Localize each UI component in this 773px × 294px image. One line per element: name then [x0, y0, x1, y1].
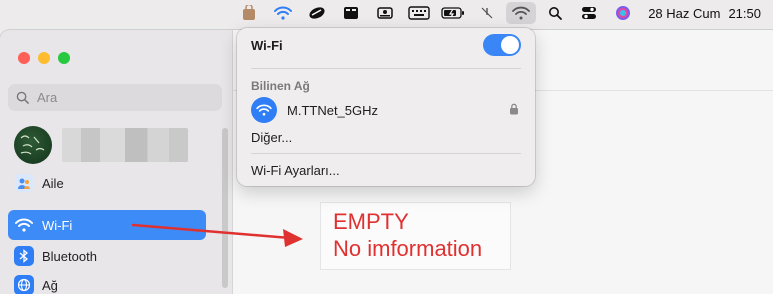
- toggle-knob: [501, 36, 519, 54]
- disk-icon[interactable]: [370, 2, 400, 24]
- wifi-icon: [251, 97, 277, 123]
- network-item[interactable]: M.TTNet_5GHz: [251, 97, 521, 123]
- bluetooth-icon: [14, 246, 34, 266]
- sidebar-item-label: Wi-Fi: [42, 217, 73, 233]
- search-field[interactable]: [8, 84, 222, 111]
- sidebar-scrollbar[interactable]: [222, 128, 228, 288]
- sidebar: Aile Wi-Fi Bluetooth Ağ: [0, 30, 233, 294]
- other-networks-item[interactable]: Diğer...: [251, 130, 292, 145]
- annotation-line-2: No imformation: [333, 236, 483, 261]
- search-input[interactable]: [35, 89, 209, 106]
- sidebar-item-label: Bluetooth: [42, 248, 97, 264]
- network-name: M.TTNet_5GHz: [287, 102, 379, 118]
- mic-off-icon[interactable]: [472, 2, 502, 24]
- pen-icon[interactable]: [302, 2, 332, 24]
- sidebar-item-wifi[interactable]: Wi-Fi: [8, 210, 206, 240]
- divider: [251, 153, 521, 154]
- wifi-status-icon[interactable]: [268, 2, 298, 24]
- minimize-button[interactable]: [38, 52, 50, 64]
- menu-bar: 28 Haz Cum 21:50: [0, 0, 773, 26]
- annotation-line-1: EMPTY: [333, 209, 409, 234]
- sidebar-item-label: Aile: [42, 175, 64, 191]
- avatar: [14, 126, 52, 164]
- siri-icon[interactable]: [608, 2, 638, 24]
- sidebar-item-family[interactable]: Aile: [8, 168, 206, 198]
- globe-icon: [14, 275, 34, 294]
- sidebar-item-bluetooth[interactable]: Bluetooth: [8, 241, 206, 271]
- dashboard-icon[interactable]: [336, 2, 366, 24]
- close-button[interactable]: [18, 52, 30, 64]
- lock-icon: [509, 103, 519, 118]
- window-controls: [18, 52, 70, 64]
- wifi-toggle[interactable]: [483, 34, 521, 56]
- known-networks-label: Bilinen Ağ: [251, 79, 310, 93]
- search-icon: [16, 91, 29, 104]
- wifi-settings-item[interactable]: Wi-Fi Ayarları...: [251, 163, 340, 178]
- finder-bag-icon[interactable]: [234, 2, 264, 24]
- battery-icon[interactable]: [438, 2, 468, 24]
- wifi-icon[interactable]: [506, 2, 537, 24]
- sidebar-item-network[interactable]: Ağ: [8, 270, 206, 294]
- menubar-time[interactable]: 21:50: [728, 6, 761, 21]
- keyboard-icon[interactable]: [404, 2, 434, 24]
- control-center-icon[interactable]: [574, 2, 604, 24]
- family-icon: [14, 173, 34, 193]
- wifi-icon: [14, 215, 34, 235]
- sidebar-item-label: Ağ: [42, 277, 58, 293]
- wifi-menu: Wi-Fi Bilinen Ağ M.TTNet_5GHz Diğer... W…: [237, 28, 535, 186]
- user-profile[interactable]: [14, 126, 188, 164]
- menubar-date[interactable]: 28 Haz Cum: [648, 6, 720, 21]
- divider: [251, 68, 521, 69]
- user-name-redacted: [62, 128, 188, 162]
- search-icon[interactable]: [540, 2, 570, 24]
- zoom-button[interactable]: [58, 52, 70, 64]
- annotation-note: EMPTY No imformation: [320, 202, 511, 270]
- wifi-menu-title: Wi-Fi: [251, 38, 283, 53]
